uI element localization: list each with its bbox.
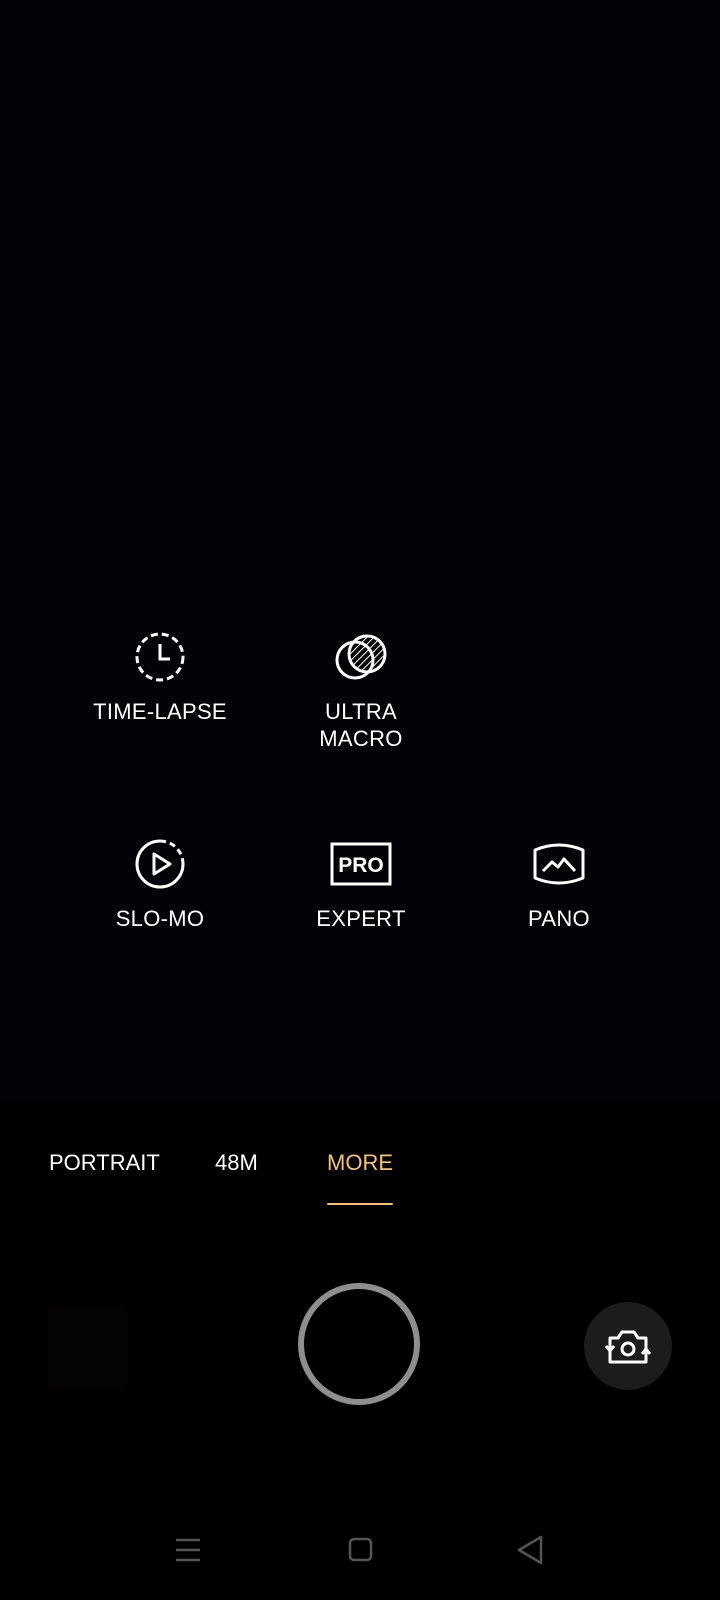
menu-icon[interactable]	[168, 1530, 208, 1570]
ultra-macro-icon	[335, 634, 387, 680]
tab-48m[interactable]: 48M	[215, 1150, 258, 1176]
mode-tabs: PORTRAIT 48M MORE	[0, 1150, 720, 1210]
tab-portrait[interactable]: PORTRAIT	[49, 1150, 160, 1176]
back-triangle-icon[interactable]	[510, 1530, 550, 1570]
mode-label: TIME-LAPSE	[93, 699, 227, 724]
home-square-icon[interactable]	[340, 1530, 380, 1570]
expert-pro-icon: PRO	[330, 842, 392, 886]
mode-slo-mo[interactable]: SLO-MO	[60, 837, 260, 987]
active-tab-indicator	[327, 1203, 393, 1205]
pano-icon	[533, 843, 585, 885]
switch-camera-button[interactable]	[584, 1302, 672, 1390]
mode-ultra-macro[interactable]: ULTRA MACRO	[261, 630, 461, 780]
mode-expert[interactable]: PRO EXPERT	[261, 837, 461, 987]
tab-more[interactable]: MORE	[327, 1150, 393, 1176]
system-navigation-bar	[0, 1530, 720, 1580]
svg-text:PRO: PRO	[338, 854, 384, 877]
shutter-button[interactable]	[298, 1283, 420, 1405]
mode-time-lapse[interactable]: TIME-LAPSE	[60, 630, 260, 780]
switch-camera-icon	[604, 1330, 652, 1364]
gallery-thumbnail[interactable]	[48, 1308, 128, 1388]
mode-label: ULTRA MACRO	[319, 699, 403, 751]
mode-label: EXPERT	[316, 906, 406, 931]
slo-mo-icon	[135, 839, 185, 889]
mode-label: PANO	[528, 906, 590, 931]
mode-label: SLO-MO	[115, 906, 205, 931]
mode-pano[interactable]: PANO	[459, 837, 659, 987]
time-lapse-icon	[135, 632, 185, 682]
